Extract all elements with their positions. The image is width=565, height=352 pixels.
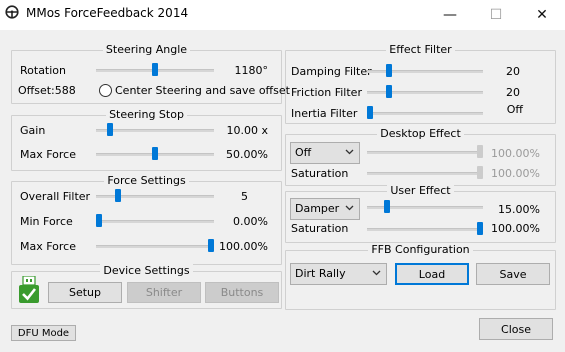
- rotation-value: 1180°: [234, 64, 269, 77]
- inertia-filter-value: Off: [506, 103, 523, 116]
- force-max-force-slider[interactable]: [96, 239, 214, 253]
- load-button[interactable]: Load: [395, 263, 469, 285]
- steering-angle-title: Steering Angle: [102, 43, 191, 56]
- gain-value: 10.00 x: [226, 124, 269, 137]
- min-force-slider[interactable]: [96, 214, 214, 228]
- friction-filter-slider[interactable]: [367, 85, 483, 99]
- friction-filter-value: 20: [506, 86, 520, 99]
- force-max-force-label: Max Force: [20, 240, 76, 253]
- damping-filter-slider-thumb[interactable]: [386, 64, 392, 77]
- maximize-button[interactable]: ☐: [473, 0, 519, 30]
- window-title: MMos ForceFeedback 2014: [26, 6, 189, 20]
- maximize-icon: ☐: [489, 7, 503, 23]
- chevron-down-icon: [345, 205, 354, 211]
- user-saturation-slider[interactable]: [367, 222, 483, 236]
- dfu-mode-button[interactable]: DFU Mode: [11, 325, 76, 341]
- device-settings-title: Device Settings: [100, 264, 193, 277]
- user-effect-title: User Effect: [387, 184, 454, 197]
- ffb-profile-selected: Dirt Rally: [295, 267, 346, 280]
- damping-filter-label: Damping Filter: [291, 65, 372, 78]
- desktop-saturation-label: Saturation: [291, 167, 349, 180]
- gain-slider[interactable]: [96, 123, 214, 137]
- close-button[interactable]: Close: [479, 318, 553, 340]
- offset-label: Offset:588: [18, 84, 76, 97]
- desktop-saturation-slider[interactable]: [367, 166, 483, 180]
- rotation-slider-thumb[interactable]: [152, 63, 158, 76]
- stop-max-force-label: Max Force: [20, 148, 76, 161]
- friction-filter-label: Friction Filter: [291, 86, 362, 99]
- user-effect-slider-thumb[interactable]: [384, 200, 390, 213]
- overall-filter-label: Overall Filter: [20, 190, 91, 203]
- effect-filter-title: Effect Filter: [386, 43, 455, 56]
- min-force-value: 0.00%: [233, 215, 268, 228]
- center-steering-radio[interactable]: [99, 84, 112, 97]
- setup-button[interactable]: Setup: [48, 282, 122, 303]
- overall-filter-slider-thumb[interactable]: [115, 189, 121, 202]
- force-max-force-value: 100.00%: [219, 240, 268, 253]
- gain-label: Gain: [20, 124, 46, 137]
- usb-check-icon: [19, 276, 39, 303]
- rotation-label: Rotation: [20, 64, 67, 77]
- user-effect-select[interactable]: Damper: [290, 198, 360, 220]
- close-icon: ✕: [536, 7, 548, 23]
- force-settings-title: Force Settings: [104, 174, 189, 187]
- user-effect-slider[interactable]: [367, 200, 483, 214]
- damping-filter-value: 20: [506, 65, 520, 78]
- desktop-saturation-value: 100.00%: [491, 167, 540, 180]
- overall-filter-slider[interactable]: [96, 189, 214, 203]
- minimize-icon: —: [443, 7, 457, 23]
- steering-wheel-icon: [5, 5, 19, 19]
- min-force-slider-thumb[interactable]: [96, 214, 102, 227]
- center-steering-label[interactable]: Center Steering and save offset: [115, 84, 290, 98]
- user-saturation-value: 100.00%: [491, 222, 540, 235]
- title-bar: MMos ForceFeedback 2014 — ☐ ✕: [0, 0, 565, 30]
- steering-stop-title: Steering Stop: [106, 108, 187, 121]
- gain-slider-thumb[interactable]: [107, 123, 113, 136]
- inertia-filter-slider[interactable]: [367, 106, 483, 120]
- ffb-profile-select[interactable]: Dirt Rally: [290, 263, 387, 285]
- chevron-down-icon: [345, 149, 354, 155]
- desktop-effect-value: 100.00%: [491, 147, 540, 160]
- minimize-button[interactable]: —: [427, 0, 473, 30]
- desktop-effect-selected: Off: [295, 146, 312, 159]
- rotation-slider[interactable]: [96, 63, 214, 77]
- stop-max-force-value: 50.00%: [226, 148, 268, 161]
- damping-filter-slider[interactable]: [367, 64, 483, 78]
- user-effect-selected: Damper: [295, 202, 340, 215]
- user-effect-value: 15.00%: [498, 203, 540, 216]
- close-window-button[interactable]: ✕: [519, 0, 565, 30]
- stop-max-force-slider-thumb[interactable]: [152, 147, 158, 160]
- desktop-effect-slider[interactable]: [367, 145, 483, 159]
- inertia-filter-slider-thumb[interactable]: [367, 106, 373, 119]
- inertia-filter-label: Inertia Filter: [291, 107, 358, 120]
- desktop-effect-title: Desktop Effect: [377, 127, 464, 140]
- buttons-button[interactable]: Buttons: [205, 282, 279, 303]
- ffb-configuration-title: FFB Configuration: [368, 243, 473, 256]
- min-force-label: Min Force: [20, 215, 73, 228]
- save-button[interactable]: Save: [476, 263, 550, 285]
- desktop-effect-select[interactable]: Off: [290, 142, 360, 164]
- stop-max-force-slider[interactable]: [96, 147, 214, 161]
- user-saturation-label: Saturation: [291, 222, 349, 235]
- chevron-down-icon: [372, 270, 381, 276]
- overall-filter-value: 5: [241, 190, 248, 203]
- shifter-button[interactable]: Shifter: [127, 282, 201, 303]
- friction-filter-slider-thumb[interactable]: [386, 85, 392, 98]
